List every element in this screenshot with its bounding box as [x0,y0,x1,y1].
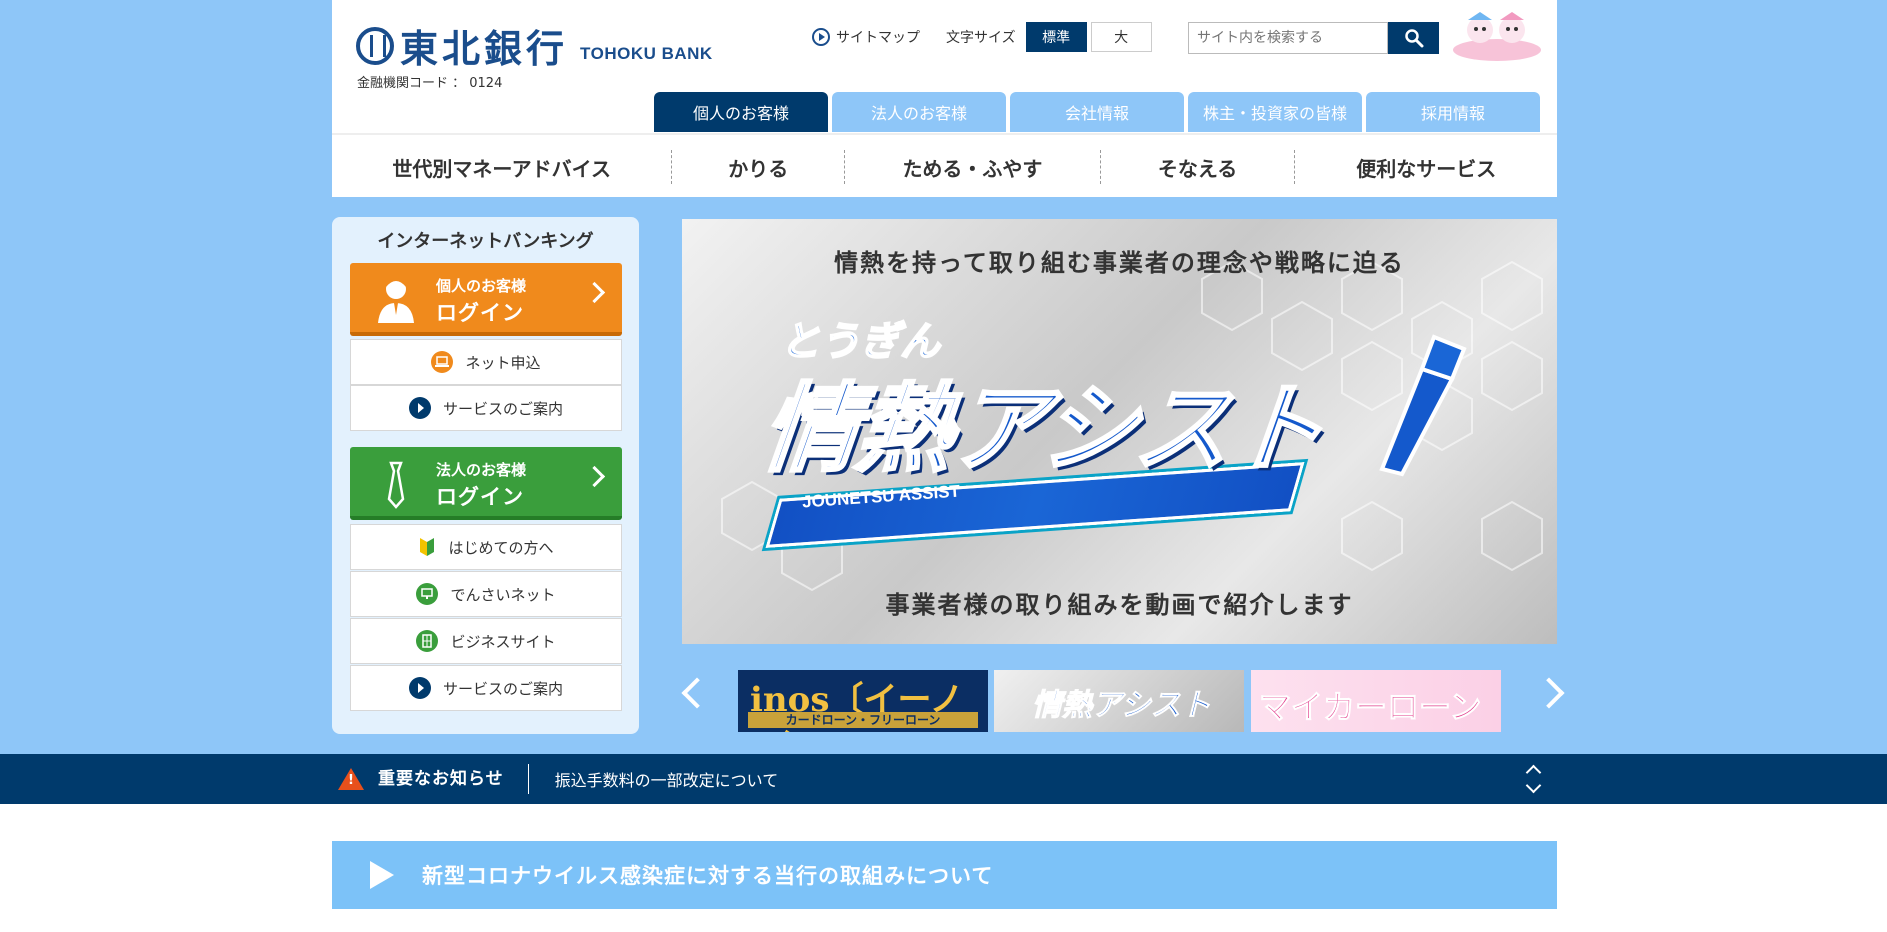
person-icon [378,278,414,323]
corporate-login-main: ログイン [436,485,524,509]
tab-corporate[interactable]: 法人のお客様 [832,92,1006,132]
densai-net-label: でんさいネット [450,585,556,604]
tab-company-info[interactable]: 会社情報 [1010,92,1184,132]
chevron-right-icon [583,465,606,488]
search-button[interactable] [1388,22,1439,54]
notice-label: 重要なお知らせ [378,764,529,794]
tab-recruit[interactable]: 採用情報 [1366,92,1540,132]
corporate-service-guide-link[interactable]: サービスのご案内 [350,665,622,711]
site-search [1188,22,1439,54]
sitemap-link[interactable]: サイトマップ [812,27,920,47]
beginners-label: はじめての方へ [448,538,554,557]
thumb-inos-sub: カードローン・フリーローン [748,712,978,728]
tab-investors[interactable]: 株主・投資家の皆様 [1188,92,1362,132]
utility-nav: サイトマップ 文字サイズ 標準 大 [812,22,1152,52]
megaphone-icon [1379,334,1467,477]
corporate-service-guide-label: サービスのご案内 [442,679,563,698]
covid-banner-text: 新型コロナウイルス感染症に対する当行の取組みについて [422,864,994,888]
carousel-thumb-inos[interactable]: inos〔イーノス〕 カードローン・フリーローン [738,670,988,732]
building-icon [416,630,439,652]
corporate-login-sub: 法人のお客様 [436,461,527,479]
personal-service-guide-label: サービスのご案内 [442,399,563,418]
laptop-icon [431,351,454,373]
net-application-label: ネット申込 [465,353,541,372]
global-nav: 世代別マネーアドバイス かりる ためる・ふやす そなえる 便利なサービス [332,133,1557,199]
personal-login-button[interactable]: 個人のお客様 ログイン [350,263,622,336]
site-header: 東北銀行 TOHOKU BANK 金融機関コード ： 0124 サイトマップ 文… [332,0,1557,197]
bank-logo-icon [356,26,394,65]
gnav-money-advice[interactable]: 世代別マネーアドバイス [332,150,673,184]
play-circle-icon [812,28,830,46]
monitor-icon [416,583,439,605]
search-input[interactable] [1188,22,1388,54]
notice-link[interactable]: 振込手数料の一部改定について [555,767,779,791]
net-application-link[interactable]: ネット申込 [350,339,622,385]
gnav-services[interactable]: 便利なサービス [1295,150,1557,184]
segment-tabs: 個人のお客様 法人のお客様 会社情報 株主・投資家の皆様 採用情報 [654,92,1540,132]
notice-scroll-controls [1525,762,1542,796]
font-size-standard-button[interactable]: 標準 [1025,22,1087,52]
gnav-save-invest[interactable]: ためる・ふやす [845,150,1101,184]
chevron-right-icon [583,281,606,304]
internet-banking-panel: インターネットバンキング 個人のお客様 ログイン ネット申込 サービスのご案内 … [332,217,639,734]
tab-personal[interactable]: 個人のお客様 [654,92,828,132]
logo-english: TOHOKU BANK [580,43,713,63]
beginners-link[interactable]: はじめての方へ [350,524,622,570]
gnav-borrow[interactable]: かりる [672,150,846,184]
notice-bar: 重要なお知らせ 振込手数料の一部改定について [0,754,1887,804]
corporate-login-button[interactable]: 法人のお客様 ログイン [350,447,622,520]
hero-banner[interactable]: 情熱を持って取り組む事業者の理念や戦略に迫る とうぎん 情熱アシスト JOUNE… [682,219,1557,644]
play-circle-icon [408,677,431,699]
hero-headline: 情熱を持って取り組む事業者の理念や戦略に迫る [834,248,1405,277]
bank-code: 金融機関コード ： 0124 [357,76,503,91]
beginner-mark-icon [420,538,435,556]
ib-title: インターネットバンキング [377,231,594,252]
densai-net-link[interactable]: でんさいネット [350,571,622,617]
business-site-label: ビジネスサイト [450,632,556,651]
gnav-insure[interactable]: そなえる [1101,150,1296,184]
necktie-icon [387,461,405,509]
thumb-mycar-title: マイカーローン [1258,688,1482,727]
warning-icon [338,768,364,790]
logo-japanese: 東北銀行 [400,26,569,71]
mascot-image [1453,12,1541,61]
search-icon [1404,29,1423,48]
personal-login-main: ログイン [436,301,524,325]
carousel-thumb-jounetsu[interactable]: 情熱アシスト [994,670,1244,732]
play-icon [370,861,394,889]
carousel-thumb-mycar[interactable]: マイカーローン [1251,670,1501,732]
font-size-label: 文字サイズ [946,30,1016,46]
sitemap-label: サイトマップ [836,30,920,46]
hero-subheadline: 事業者様の取り組みを動画で紹介します [885,590,1354,619]
business-site-link[interactable]: ビジネスサイト [350,618,622,664]
play-circle-icon [408,397,431,419]
thumb-jounetsu-title: 情熱アシスト [1032,688,1212,724]
font-size-large-button[interactable]: 大 [1090,22,1152,52]
chevron-down-icon[interactable] [1525,777,1542,794]
covid-banner[interactable]: 新型コロナウイルス感染症に対する当行の取組みについて [332,841,1557,909]
hero-brand-title: 情熱アシスト [756,372,1331,487]
personal-service-guide-link[interactable]: サービスのご案内 [350,385,622,431]
logo[interactable]: 東北銀行 TOHOKU BANK [356,18,713,73]
personal-login-sub: 個人のお客様 [436,277,527,295]
